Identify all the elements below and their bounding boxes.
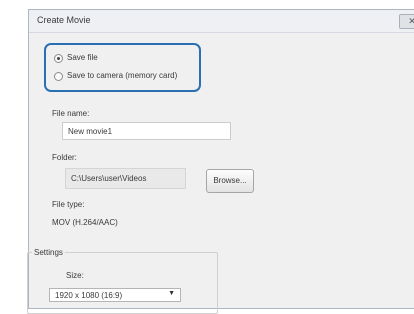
file-type-value: MOV (H.264/AAC) xyxy=(52,218,118,227)
file-name-input[interactable]: New movie1 xyxy=(62,122,231,140)
size-label: Size: xyxy=(66,271,84,280)
size-select[interactable]: 1920 x 1080 (16:9) ▼ xyxy=(49,288,181,302)
save-destination-group: Save file Save to camera (memory card) xyxy=(44,43,201,92)
save-file-radio[interactable] xyxy=(54,54,63,63)
save-to-camera-label: Save to camera (memory card) xyxy=(67,71,178,80)
dialog-title: Create Movie xyxy=(37,15,91,25)
save-to-camera-radio[interactable] xyxy=(54,72,63,81)
close-button[interactable]: ✕ xyxy=(399,14,414,29)
size-select-value: 1920 x 1080 (16:9) xyxy=(55,291,123,300)
folder-label: Folder: xyxy=(52,153,77,162)
folder-path-field: C:\Users\user\Videos xyxy=(65,168,186,189)
file-type-label: File type: xyxy=(52,200,85,209)
settings-legend: Settings xyxy=(32,248,65,257)
browse-button[interactable]: Browse... xyxy=(206,169,254,193)
chevron-down-icon: ▼ xyxy=(168,290,175,297)
save-file-label: Save file xyxy=(67,53,98,62)
title-bar: Create Movie ✕ xyxy=(29,10,414,33)
file-name-label: File name: xyxy=(52,109,90,118)
